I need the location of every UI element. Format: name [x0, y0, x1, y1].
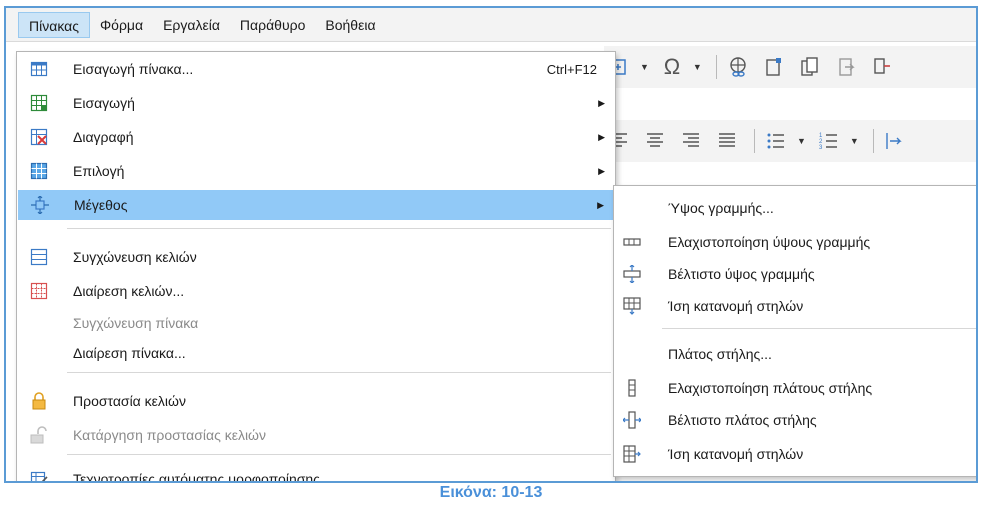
submenu-arrow-icon: ▶	[597, 199, 604, 210]
submenu-item-distribute-columns[interactable]: Ίση κατανομή στηλών	[614, 438, 976, 470]
screenshot-frame: Πίνακας Φόρμα Εργαλεία Παράθυρο Βοήθεια …	[4, 6, 978, 483]
hyperlink-icon[interactable]	[723, 52, 753, 82]
menu-item-merge-cells[interactable]: Συγχώνευση κελιών	[17, 242, 615, 272]
indent-icon[interactable]	[880, 126, 910, 156]
distribute-columns-icon	[623, 445, 641, 463]
submenu-arrow-icon: ▶	[598, 131, 605, 142]
align-center-icon[interactable]	[640, 126, 670, 156]
menu-item-label: Ύψος γραμμής...	[668, 200, 774, 216]
menubar: Πίνακας Φόρμα Εργαλεία Παράθυρο Βοήθεια	[6, 8, 976, 42]
ordered-list-icon[interactable]: 123	[814, 126, 844, 156]
select-table-icon	[30, 162, 48, 180]
chevron-down-icon[interactable]: ▼	[797, 136, 806, 146]
menu-item-label: Μέγεθος	[74, 197, 128, 213]
menu-item-label: Ελαχιστοποίηση ύψους γραμμής	[668, 234, 871, 250]
submenu-item-column-width[interactable]: Πλάτος στήλης...	[614, 338, 976, 370]
align-right-icon[interactable]	[676, 126, 706, 156]
toolbar-separator	[754, 129, 755, 153]
submenu-item-minimal-row-height[interactable]: Ελαχιστοποίηση ύψους γραμμής	[614, 226, 976, 258]
submenu-arrow-icon: ▶	[598, 165, 605, 176]
menu-item-label: Επιλογή	[73, 163, 125, 179]
menu-item-insert[interactable]: Εισαγωγή ▶	[17, 88, 615, 118]
size-arrows-icon	[31, 195, 49, 215]
optimal-column-width-icon	[622, 411, 642, 429]
shortcut-label: Ctrl+F12	[546, 61, 597, 77]
submenu-item-row-height[interactable]: Ύψος γραμμής...	[614, 192, 976, 224]
menu-item-label: Εισαγωγή πίνακα...	[73, 61, 194, 77]
menu-help[interactable]: Βοήθεια	[315, 12, 385, 38]
toolbar-separator	[715, 55, 717, 79]
field-shading-icon[interactable]	[867, 52, 897, 82]
menu-item-label: Συγχώνευση κελιών	[73, 249, 197, 265]
minimal-row-height-icon	[623, 233, 641, 251]
menu-item-split-cells[interactable]: Διαίρεση κελιών...	[17, 276, 615, 306]
table-menu: Εισαγωγή πίνακα... Ctrl+F12 Εισαγωγή ▶ Δ…	[16, 51, 616, 483]
lock-icon	[30, 392, 48, 410]
menu-tools[interactable]: Εργαλεία	[153, 12, 230, 38]
submenu-item-optimal-row-height[interactable]: Βέλτιστο ύψος γραμμής	[614, 258, 976, 290]
menu-window[interactable]: Παράθυρο	[230, 12, 315, 38]
merge-cells-icon	[30, 248, 48, 266]
chevron-down-icon[interactable]: ▼	[693, 62, 702, 72]
menu-divider	[67, 372, 611, 373]
menu-divider	[662, 328, 976, 329]
menu-divider	[67, 228, 611, 229]
menu-item-unprotect-cells[interactable]: Κατάργηση προστασίας κελιών	[17, 420, 615, 450]
menu-item-label: Πλάτος στήλης...	[668, 346, 772, 362]
menu-form[interactable]: Φόρμα	[90, 12, 153, 38]
menu-item-size[interactable]: Μέγεθος ▶	[18, 190, 614, 220]
justify-icon[interactable]	[712, 126, 742, 156]
size-submenu: Ύψος γραμμής... Ελαχιστοποίηση ύψους γρα…	[613, 185, 976, 477]
standard-toolbar: ▼ Ω ▼	[604, 46, 976, 88]
menu-item-select[interactable]: Επιλογή ▶	[17, 156, 615, 186]
menu-item-label: Συγχώνευση πίνακα	[73, 315, 199, 331]
menu-item-label: Βέλτιστο πλάτος στήλης	[668, 412, 817, 428]
menu-item-protect-cells[interactable]: Προστασία κελιών	[17, 386, 615, 416]
menu-item-label: Διαίρεση πίνακα...	[73, 345, 186, 361]
formatting-toolbar: ▼ 123 ▼	[604, 120, 976, 162]
autoformat-icon	[30, 470, 48, 481]
menu-item-label: Εισαγωγή	[73, 95, 135, 111]
distribute-rows-icon	[623, 297, 641, 315]
chevron-down-icon[interactable]: ▼	[640, 62, 649, 72]
footnote-icon[interactable]	[759, 52, 789, 82]
special-character-icon[interactable]: Ω	[657, 52, 687, 82]
toolbar-separator	[872, 129, 874, 153]
menu-item-label: Διαγραφή	[73, 129, 134, 145]
menu-item-label: Ίση κατανομή στηλών	[668, 298, 804, 314]
unordered-list-icon[interactable]	[761, 126, 791, 156]
unlock-icon	[30, 426, 48, 444]
split-cells-icon	[30, 282, 48, 300]
menu-item-label: Βέλτιστο ύψος γραμμής	[668, 266, 815, 282]
menu-item-label: Κατάργηση προστασίας κελιών	[73, 427, 266, 443]
menu-item-autoformat[interactable]: Τεχνοτροπίες αυτόματης μορφοποίησης...	[17, 464, 615, 483]
submenu-arrow-icon: ▶	[598, 97, 605, 108]
menu-divider	[67, 454, 611, 455]
menu-item-label: Τεχνοτροπίες αυτόματης μορφοποίησης...	[73, 471, 332, 483]
copy-pages-icon[interactable]	[795, 52, 825, 82]
menu-item-label: Ίση κατανομή στηλών	[668, 446, 804, 462]
svg-text:3: 3	[819, 145, 823, 151]
menu-item-split-table[interactable]: Διαίρεση πίνακα...	[17, 338, 615, 368]
menu-item-merge-table[interactable]: Συγχώνευση πίνακα	[17, 308, 615, 338]
submenu-item-distribute-rows[interactable]: Ίση κατανομή στηλών	[614, 290, 976, 322]
menu-item-insert-table[interactable]: Εισαγωγή πίνακα... Ctrl+F12	[17, 54, 615, 84]
menu-item-delete[interactable]: Διαγραφή ▶	[17, 122, 615, 152]
minimal-column-width-icon	[623, 379, 641, 397]
optimal-row-height-icon	[623, 264, 641, 284]
page-arrow-icon[interactable]	[831, 52, 861, 82]
figure-caption: Εικόνα: 10-13	[439, 484, 543, 501]
chevron-down-icon[interactable]: ▼	[850, 136, 859, 146]
menu-table[interactable]: Πίνακας	[18, 11, 90, 38]
submenu-item-optimal-column-width[interactable]: Βέλτιστο πλάτος στήλης	[614, 404, 976, 436]
insert-table-icon	[30, 60, 48, 78]
menu-item-label: Ελαχιστοποίηση πλάτους στήλης	[668, 380, 873, 396]
menu-item-label: Διαίρεση κελιών...	[73, 283, 185, 299]
submenu-item-minimal-column-width[interactable]: Ελαχιστοποίηση πλάτους στήλης	[614, 372, 976, 404]
insert-rows-cols-icon	[30, 94, 48, 112]
menu-item-label: Προστασία κελιών	[73, 393, 186, 409]
delete-table-icon	[30, 128, 48, 146]
